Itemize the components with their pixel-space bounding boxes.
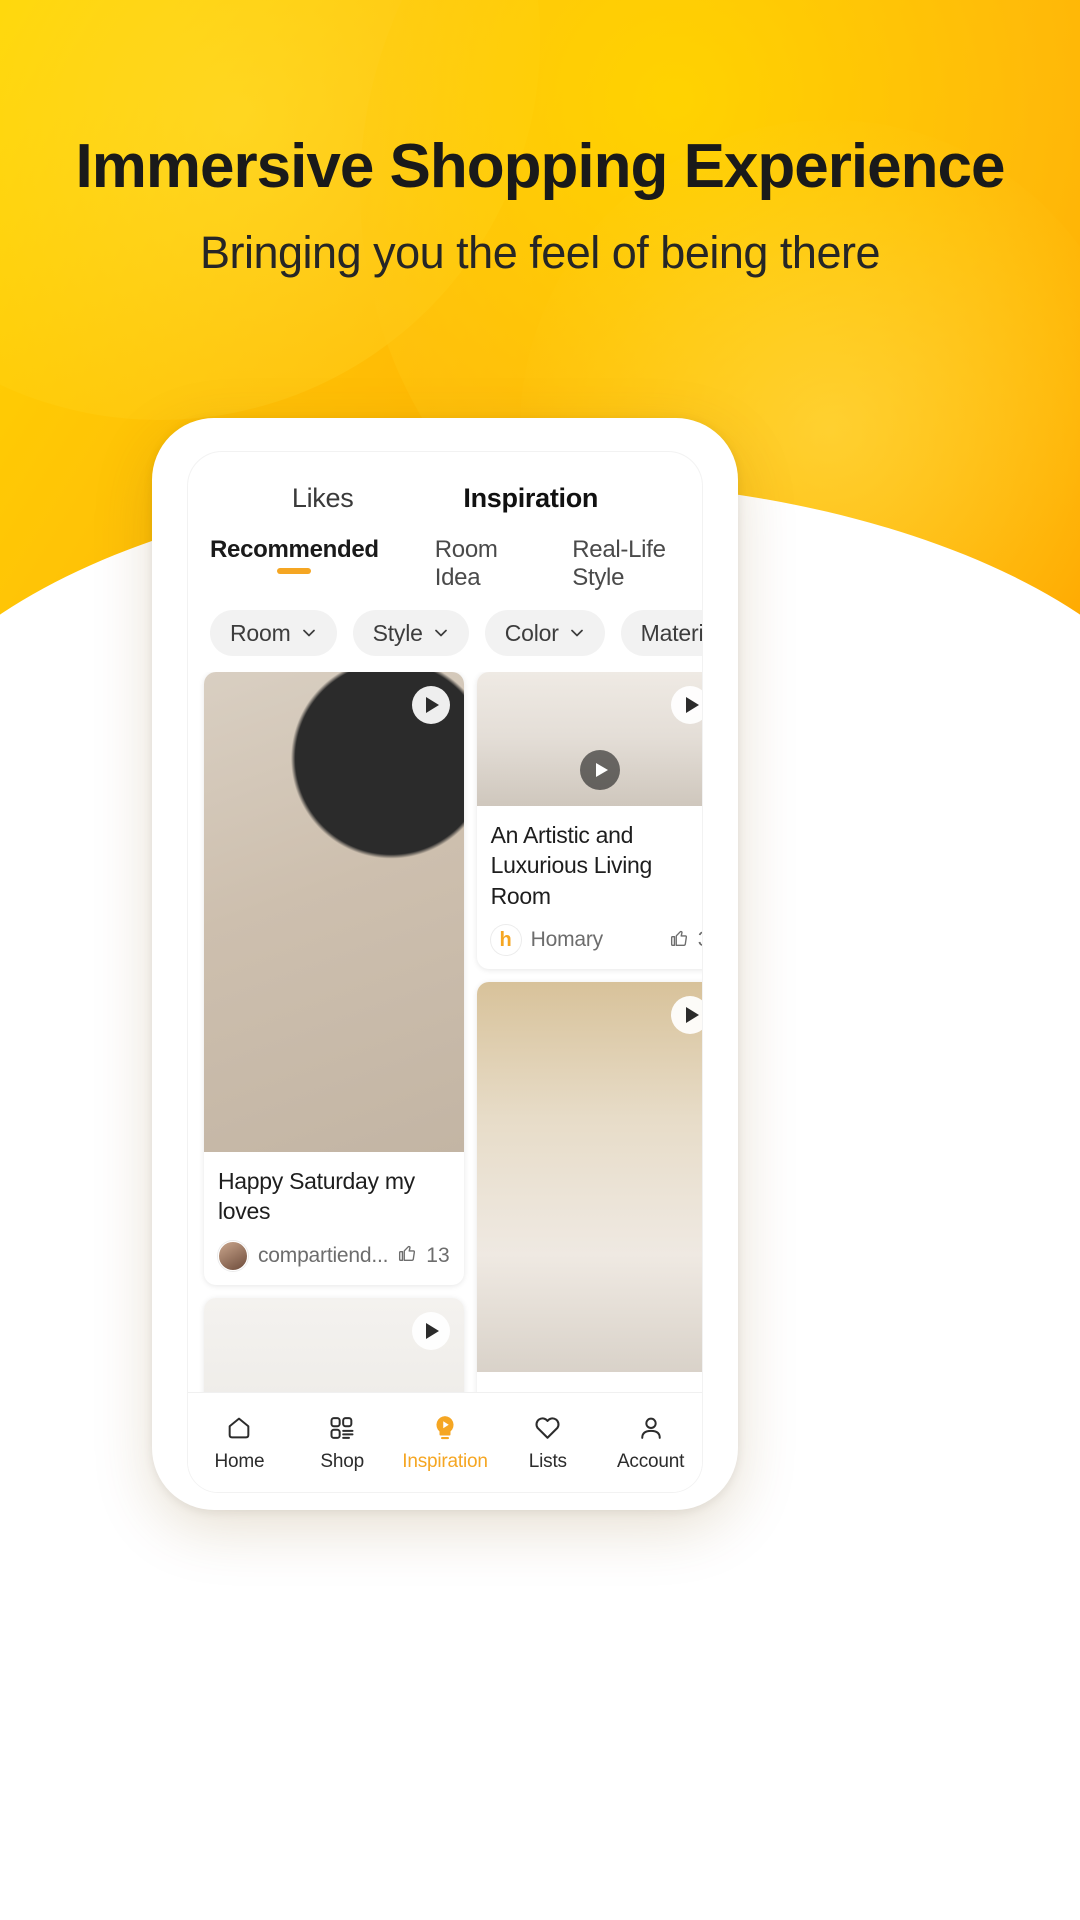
card-author[interactable]: Homary [531, 928, 660, 952]
chevron-down-icon [433, 625, 449, 641]
page-title: Immersive Shopping Experience [75, 132, 1006, 201]
filter-chip-room-label: Room [230, 619, 291, 646]
home-icon [224, 1413, 254, 1443]
nav-item-lists[interactable]: Lists [496, 1413, 599, 1473]
like-group[interactable]: 3 [668, 927, 702, 954]
play-icon[interactable] [671, 996, 702, 1035]
chevron-down-icon [301, 625, 317, 641]
card-title: Happy Saturday my loves [218, 1168, 415, 1225]
person-icon [636, 1413, 666, 1443]
feed-column-right: An Artistic and Luxurious Living Room h … [476, 672, 702, 1442]
card-title: An Artistic and Luxurious Living Room [490, 822, 653, 909]
like-group[interactable]: 13 [396, 1242, 450, 1269]
filter-chip-material[interactable]: Material [620, 610, 702, 656]
subtab-recommended[interactable]: Recommended [210, 536, 379, 574]
card-body: Happy Saturday my loves compartiend... 1… [204, 1152, 464, 1285]
tab-inspiration[interactable]: Inspiration [463, 483, 598, 514]
nav-item-home[interactable]: Home [188, 1413, 291, 1473]
thumbs-up-icon [396, 1242, 418, 1269]
subtab-recommended-label: Recommended [210, 536, 379, 563]
inspiration-feed[interactable]: Happy Saturday my loves compartiend... 1… [188, 672, 702, 1442]
play-icon[interactable] [671, 686, 702, 724]
thumbs-up-icon [668, 927, 690, 954]
phone-screen: Likes Inspiration Recommended Room Idea … [188, 452, 702, 1492]
nav-label-lists: Lists [528, 1450, 567, 1472]
card-meta: h Homary 3 [490, 925, 702, 956]
nav-label-home: Home [214, 1450, 265, 1472]
card-media[interactable] [476, 672, 702, 806]
video-play-overlay-icon[interactable] [580, 750, 621, 790]
feed-card[interactable]: Happy Saturday my loves compartiend... 1… [204, 672, 464, 1285]
lightbulb-play-icon [430, 1413, 460, 1443]
card-author[interactable]: compartiend... [258, 1244, 388, 1268]
nav-item-shop[interactable]: Shop [291, 1413, 394, 1473]
feed-card[interactable]: An Artistic and Luxurious Living Room h … [476, 672, 702, 970]
nav-item-account[interactable]: Account [599, 1413, 702, 1473]
sub-tab-bar: Recommended Room Idea Real-Life Style [188, 530, 702, 596]
brand-logo-initial: h [499, 929, 512, 952]
chevron-down-icon [569, 625, 585, 641]
filter-chip-style[interactable]: Style [352, 610, 469, 656]
subtab-room-idea[interactable]: Room Idea [435, 536, 517, 602]
card-body: An Artistic and Luxurious Living Room h … [477, 806, 702, 969]
nav-label-inspiration: Inspiration [402, 1450, 488, 1472]
nav-label-account: Account [616, 1450, 685, 1472]
card-meta: compartiend... 13 [218, 1240, 450, 1271]
filter-chip-material-label: Material [640, 619, 702, 646]
play-icon[interactable] [411, 686, 450, 724]
page-subtitle: Bringing you the feel of being there [200, 227, 880, 279]
heart-icon [533, 1413, 563, 1443]
filter-chip-style-label: Style [372, 619, 423, 646]
play-icon[interactable] [411, 1311, 450, 1350]
top-tab-bar: Likes Inspiration [188, 452, 702, 530]
subtab-real-life-style[interactable]: Real-Life Style [572, 536, 680, 602]
filter-chip-color-label: Color [504, 619, 559, 646]
filter-chip-room[interactable]: Room [210, 610, 337, 656]
avatar[interactable]: h [490, 925, 521, 956]
shop-grid-icon [327, 1413, 357, 1443]
like-count: 3 [698, 928, 702, 952]
filter-chip-color[interactable]: Color [484, 610, 605, 656]
card-image [476, 982, 702, 1373]
nav-label-shop: Shop [320, 1450, 364, 1472]
like-count: 13 [426, 1243, 450, 1267]
nav-item-inspiration[interactable]: Inspiration [394, 1413, 497, 1473]
card-media[interactable] [476, 982, 702, 1373]
bottom-navigation: Home Shop Inspiration Lists Account [188, 1392, 702, 1492]
filter-chip-row[interactable]: Room Style Color Material Price [188, 596, 702, 672]
feed-column-left: Happy Saturday my loves compartiend... 1… [204, 672, 464, 1442]
tab-likes[interactable]: Likes [292, 483, 354, 514]
avatar[interactable] [218, 1240, 248, 1271]
card-media[interactable] [204, 672, 464, 1152]
feed-card[interactable]: Hello my beautiful, I finally finished m… [476, 982, 702, 1442]
active-tab-indicator [277, 568, 312, 574]
hero-text-group: Immersive Shopping Experience Bringing y… [0, 132, 1080, 279]
card-image [204, 672, 464, 1152]
